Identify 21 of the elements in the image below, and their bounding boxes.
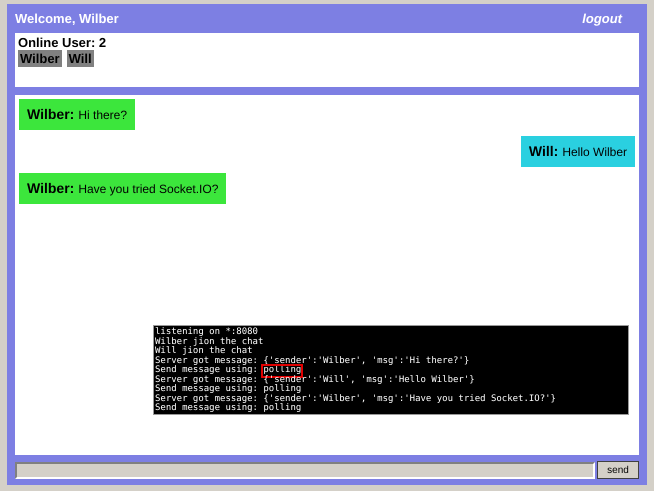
terminal-line: Will jion the chat bbox=[155, 347, 253, 356]
window-title: Welcome, Wilber bbox=[15, 10, 119, 28]
message-sender: Wilber: bbox=[27, 179, 74, 198]
message-text: Hello Wilber bbox=[562, 144, 627, 160]
terminal-line: Send message using: polling bbox=[155, 404, 302, 414]
message-sender: Will: bbox=[528, 142, 558, 161]
message-text: Have you tried Socket.IO? bbox=[78, 180, 218, 198]
user-badge: Wilber bbox=[18, 50, 62, 67]
message-text: Hi there? bbox=[78, 106, 128, 124]
user-badge: Will bbox=[66, 50, 94, 67]
send-button[interactable]: send bbox=[597, 461, 639, 479]
terminal-line: Send message using: polling bbox=[155, 385, 302, 394]
message-sender: Wilber: bbox=[27, 105, 74, 124]
online-count: Online User: 2 bbox=[18, 35, 108, 50]
message-input[interactable] bbox=[15, 462, 595, 478]
terminal-line: listening on *:8080 bbox=[155, 328, 258, 337]
terminal-line: Server got message: {'sender':'Will', 'msg':'Hello Wilber'} bbox=[155, 376, 475, 384]
terminal-line: Server got message: {'sender':'Wilber', 'msg':'Have you tried Socket.IO?'} bbox=[155, 394, 556, 404]
terminal-line: Server got message: {'sender':'Wilber', 'msg':'Hi there?'} bbox=[155, 356, 470, 366]
terminal-line: Wilber jion the chat bbox=[155, 338, 264, 346]
terminal-line: Send message using: bbox=[155, 366, 259, 375]
